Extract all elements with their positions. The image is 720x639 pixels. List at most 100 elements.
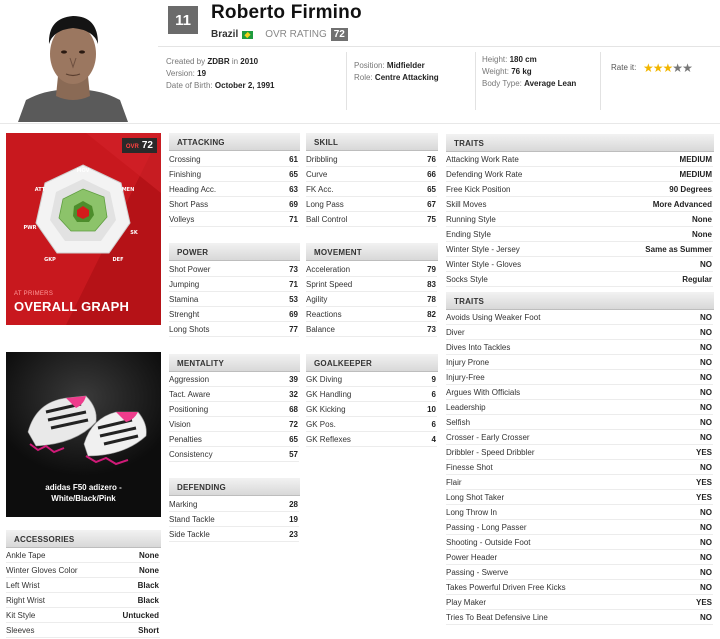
- list-item: Diver NO: [446, 325, 713, 340]
- graph-ovr-chip: OVR 72: [121, 138, 157, 153]
- player-name: Roberto Firmino: [211, 2, 362, 23]
- list-item: Sprint Speed 83: [306, 277, 437, 292]
- accessories-header: ACCESSORIES: [6, 530, 161, 548]
- axis-label-att: ATT: [35, 187, 46, 193]
- axis-label-mov: MOV: [77, 168, 90, 174]
- list-item: GK Pos. 6: [306, 417, 437, 432]
- list-item: Sleeves Short: [6, 623, 160, 638]
- header-bottom-divider: [0, 123, 720, 124]
- list-item: Winter Gloves Color None: [6, 563, 160, 578]
- axis-label-gkp: GKP: [44, 257, 56, 263]
- skill-header: SKILL: [306, 133, 438, 151]
- rating-stars[interactable]: ★★★★★: [643, 61, 693, 75]
- list-item: Dives Into Tackles NO: [446, 340, 713, 355]
- list-item: Winter Style - Jersey Same as Summer: [446, 242, 713, 257]
- attacking-header: ATTACKING: [169, 133, 300, 151]
- header-divider: [158, 46, 720, 47]
- overall-graph-card: MOV MEN SK DEF GKP PWR ATT OVR 72 AT PRIM…: [6, 133, 161, 325]
- list-item: GK Diving 9: [306, 372, 437, 387]
- list-item: Crosser - Early Crosser NO: [446, 430, 713, 445]
- creation-info: Created by ZDBR in 2010 Version: 19 Date…: [166, 57, 275, 90]
- list-item: Tact. Aware 32: [169, 387, 299, 402]
- list-item: Side Tackle 23: [169, 527, 299, 542]
- goalkeeper-list: GK Diving 9 GK Handling 6 GK Kicking 10 GK …: [306, 372, 437, 447]
- mentality-header: MENTALITY: [169, 354, 300, 372]
- list-item: FK Acc. 65: [306, 182, 437, 197]
- list-item: Long Shots 77: [169, 322, 299, 337]
- list-item: Attacking Work Rate MEDIUM: [446, 152, 713, 167]
- defending-header: DEFENDING: [169, 478, 300, 496]
- star-icon[interactable]: ★: [653, 61, 664, 75]
- star-icon[interactable]: ★: [672, 61, 683, 75]
- list-item: Ball Control 75: [306, 212, 437, 227]
- power-header: POWER: [169, 243, 300, 261]
- list-item: Takes Powerful Driven Free Kicks NO: [446, 580, 713, 595]
- list-item: Curve 66: [306, 167, 437, 182]
- list-item: Passing - Long Passer NO: [446, 520, 713, 535]
- list-item: Skill Moves More Advanced: [446, 197, 713, 212]
- list-item: Injury Prone NO: [446, 355, 713, 370]
- list-item: Stand Tackle 19: [169, 512, 299, 527]
- graph-caption-small: AT PRIMERS: [14, 291, 54, 297]
- star-icon[interactable]: ★: [643, 61, 654, 75]
- shirt-number: 11: [168, 6, 198, 34]
- list-item: Injury-Free NO: [446, 370, 713, 385]
- nation-name[interactable]: Brazil: [211, 29, 238, 40]
- list-item: Marking 28: [169, 497, 299, 512]
- list-item: GK Handling 6: [306, 387, 437, 402]
- list-item: Selfish NO: [446, 415, 713, 430]
- defending-list: Marking 28 Stand Tackle 19 Side Tackle 23: [169, 497, 299, 542]
- list-item: Passing - Swerve NO: [446, 565, 713, 580]
- list-item: Dribbler - Speed Dribbler YES: [446, 445, 713, 460]
- header-separator: [475, 52, 476, 110]
- movement-list: Acceleration 79 Sprint Speed 83 Agility 78 …: [306, 262, 437, 337]
- list-item: Ending Style None: [446, 227, 713, 242]
- list-item: GK Reflexes 4: [306, 432, 437, 447]
- boots-name: adidas F50 adizero - White/Black/Pink: [45, 483, 122, 503]
- player-avatar: [18, 4, 128, 122]
- list-item: Shot Power 73: [169, 262, 299, 277]
- axis-label-sk: SK: [130, 230, 139, 236]
- list-item: Strenght 69: [169, 307, 299, 322]
- ovr-rating-label: OVR RATING: [265, 29, 327, 40]
- list-item: Argues With Officials NO: [446, 385, 713, 400]
- skill-list: Dribbling 76 Curve 66 FK Acc. 65 Long Pass 6…: [306, 152, 437, 227]
- list-item: Dribbling 76: [306, 152, 437, 167]
- list-item: Stamina 53: [169, 292, 299, 307]
- list-item: Right Wrist Black: [6, 593, 160, 608]
- list-item: Short Pass 69: [169, 197, 299, 212]
- rate-it-label: Rate it:: [611, 63, 637, 72]
- ovr-rating-badge: 72: [330, 28, 348, 41]
- list-item: Socks Style Regular: [446, 272, 713, 287]
- list-item: Heading Acc. 63: [169, 182, 299, 197]
- list-item: Power Header NO: [446, 550, 713, 565]
- movement-header: MOVEMENT: [306, 243, 438, 261]
- boots-card: adidas F50 adizero - White/Black/Pink: [6, 352, 161, 517]
- list-item: Consistency 57: [169, 447, 299, 462]
- graph-title: OVERALL GRAPH: [14, 299, 130, 314]
- list-item: Ankle Tape None: [6, 548, 160, 563]
- traits-settings-list: Attacking Work Rate MEDIUM Defending Work…: [446, 152, 713, 287]
- list-item: Winter Style - Gloves NO: [446, 257, 713, 272]
- list-item: Defending Work Rate MEDIUM: [446, 167, 713, 182]
- list-item: GK Kicking 10: [306, 402, 437, 417]
- goalkeeper-header: GOALKEEPER: [306, 354, 438, 372]
- nation-row: Brazil OVR RATING 72: [211, 28, 348, 41]
- list-item: Long Shot Taker YES: [446, 490, 713, 505]
- axis-label-men: MEN: [122, 187, 135, 193]
- list-item: Avoids Using Weaker Foot NO: [446, 310, 713, 325]
- list-item: Crossing 61: [169, 152, 299, 167]
- creator-name[interactable]: ZDBR: [207, 57, 229, 66]
- accessories-list: Ankle Tape None Winter Gloves Color None L…: [6, 548, 160, 638]
- list-item: Reactions 82: [306, 307, 437, 322]
- header-separator: [600, 52, 601, 110]
- axis-label-pwr: PWR: [23, 225, 36, 231]
- axis-label-def: DEF: [113, 257, 124, 263]
- star-icon[interactable]: ★: [682, 61, 693, 75]
- physical-info: Height: 180 cm Weight: 76 kg Body Type: …: [482, 55, 577, 88]
- list-item: Volleys 71: [169, 212, 299, 227]
- list-item: Finishing 65: [169, 167, 299, 182]
- star-icon[interactable]: ★: [663, 61, 674, 75]
- traits-header: TRAITS: [446, 134, 714, 152]
- list-item: Long Pass 67: [306, 197, 437, 212]
